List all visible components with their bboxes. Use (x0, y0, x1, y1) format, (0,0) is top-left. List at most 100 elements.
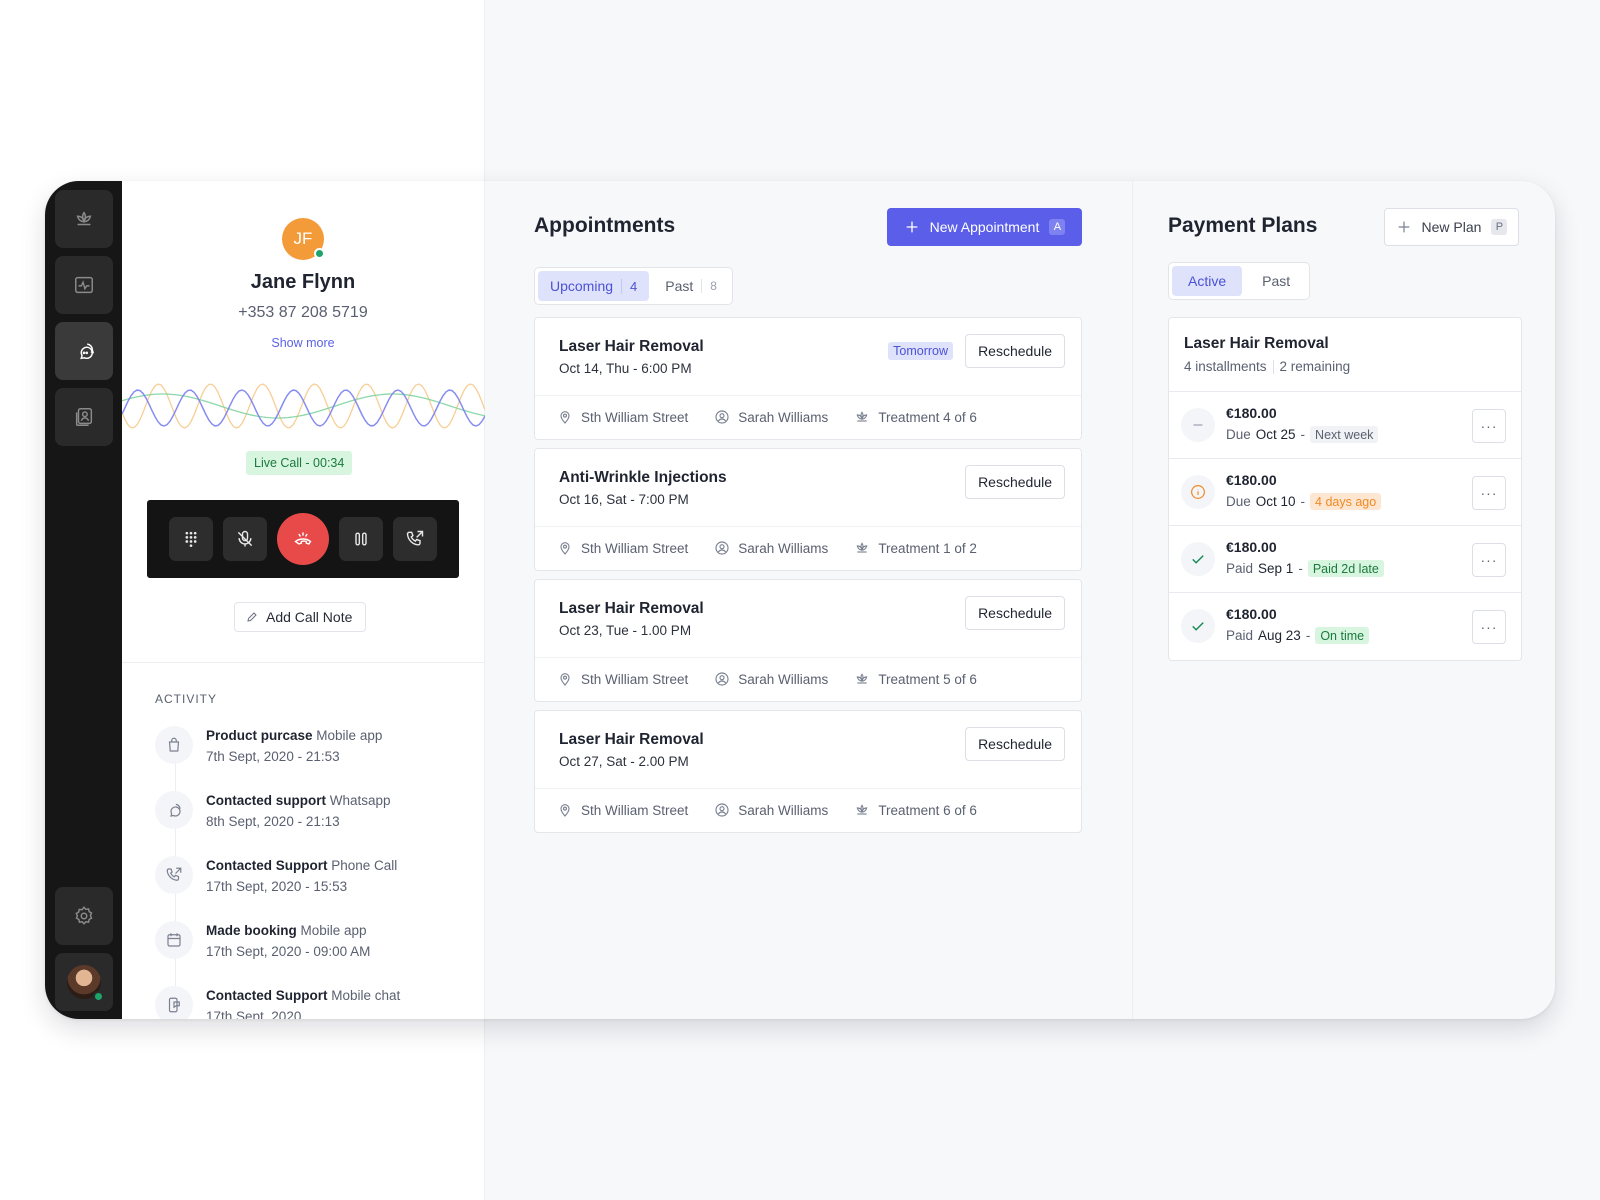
check-icon (1192, 555, 1204, 564)
appointment-card[interactable]: Laser Hair Removal Oct 23, Tue - 1.00 PM R… (534, 579, 1082, 702)
shortcut-key: P (1491, 219, 1508, 235)
tab-past[interactable]: Past 8 (653, 271, 729, 301)
appointments-title: Appointments (534, 214, 676, 237)
activity-item[interactable]: Made booking Mobile app 17th Sept, 2020 … (155, 921, 484, 986)
more-options-button[interactable]: ··· (1472, 543, 1506, 577)
appointment-staff: Sarah Williams (714, 671, 828, 687)
sidebar (45, 181, 122, 1019)
appointment-card[interactable]: Laser Hair Removal Oct 14, Thu - 6:00 PM T… (534, 317, 1082, 440)
user-circle-icon (715, 803, 729, 817)
appointment-card[interactable]: Anti-Wrinkle Injections Oct 16, Sat - 7:0… (534, 448, 1082, 571)
lotus-icon (856, 542, 868, 553)
pencil-icon (247, 612, 257, 622)
appointment-treatment: Treatment 4 of 6 (854, 409, 977, 425)
new-appointment-button[interactable]: New Appointment A (887, 208, 1082, 246)
location-text: Sth William Street (581, 671, 689, 687)
reschedule-button[interactable]: Reschedule (965, 596, 1065, 630)
appointment-title: Laser Hair Removal (559, 600, 704, 617)
tab-past[interactable]: Past (1246, 266, 1306, 296)
phone-forward-icon (406, 530, 424, 546)
sidebar-item-treatments[interactable] (54, 190, 113, 248)
treatment-text: Treatment 4 of 6 (878, 409, 977, 425)
tab-active[interactable]: Active (1172, 266, 1243, 296)
voice-waveform (122, 383, 485, 429)
more-options-button[interactable]: ··· (1472, 409, 1506, 443)
user-avatar[interactable] (54, 953, 113, 1011)
activity-source: Mobile app (316, 728, 383, 743)
sidebar-item-analytics[interactable] (54, 256, 113, 314)
appointment-staff: Sarah Williams (714, 409, 828, 425)
gear-icon (74, 906, 92, 925)
more-options-button[interactable]: ··· (1472, 610, 1506, 644)
online-status-dot (92, 991, 104, 1002)
minus-icon (1193, 424, 1203, 426)
installment-prefix: Paid (1226, 561, 1254, 576)
hang-up-button[interactable] (277, 513, 329, 565)
activity-time: 17th Sept, 2020 (206, 1009, 302, 1019)
new-plan-label: New Plan (1421, 219, 1482, 235)
activity-action: Contacted Support (206, 988, 328, 1003)
transfer-call-button[interactable] (393, 517, 437, 561)
installment-badge: 4 days ago (1310, 493, 1382, 510)
appointment-datetime: Oct 23, Tue - 1.00 PM (559, 623, 692, 638)
installment-row: €180.00 Paid Sep 1- Paid 2d late ··· (1169, 526, 1521, 593)
installment-amount: €180.00 (1226, 472, 1277, 488)
location-pin-icon (560, 673, 570, 686)
staff-text: Sarah Williams (738, 409, 829, 425)
tab-upcoming[interactable]: Upcoming 4 (538, 271, 650, 301)
activity-item[interactable]: Contacted support Whatsapp 8th Sept, 202… (155, 791, 484, 856)
divider (535, 657, 1081, 658)
tab-count: 8 (701, 279, 717, 293)
ellipsis-icon: ··· (1480, 552, 1498, 568)
activity-item[interactable]: Product purcase Mobile app 7th Sept, 202… (155, 726, 484, 791)
staff-text: Sarah Williams (738, 540, 829, 556)
activity-item[interactable]: Contacted Support Mobile chat 17th Sept,… (155, 986, 484, 1019)
reschedule-button[interactable]: Reschedule (965, 334, 1065, 368)
new-plan-button[interactable]: New Plan P (1384, 208, 1519, 246)
more-options-button[interactable]: ··· (1472, 476, 1506, 510)
add-call-note-button[interactable]: Add Call Note (234, 602, 367, 632)
app-window: JF Jane Flynn +353 87 208 5719 Show more… (45, 181, 1555, 1019)
user-circle-icon (715, 541, 729, 555)
phone-icon (166, 867, 182, 881)
ellipsis-icon: ··· (1480, 485, 1498, 501)
appointment-location: Sth William Street (557, 671, 688, 687)
appointment-card[interactable]: Laser Hair Removal Oct 27, Sat - 2.00 PM R… (534, 710, 1082, 833)
activity-action: Contacted support (206, 793, 326, 808)
plus-icon (906, 221, 917, 233)
divider (1272, 359, 1274, 374)
sidebar-item-settings[interactable] (54, 887, 113, 945)
appointment-tag: Tomorrow (888, 342, 953, 360)
sidebar-item-messages[interactable] (54, 322, 113, 380)
ellipsis-icon: ··· (1480, 619, 1498, 635)
contact-panel: JF Jane Flynn +353 87 208 5719 Show more… (122, 181, 485, 1019)
installment-status (1181, 408, 1215, 442)
activity-action: Product purcase (206, 728, 313, 743)
reschedule-button[interactable]: Reschedule (965, 465, 1065, 499)
appointment-treatment: Treatment 6 of 6 (854, 802, 977, 818)
tab-label: Past (665, 278, 694, 294)
installment-badge: Next week (1310, 426, 1379, 443)
staff-text: Sarah Williams (738, 802, 829, 818)
installment-date: Aug 23 (1258, 628, 1301, 643)
activity-source: Mobile app (300, 923, 367, 938)
hold-button[interactable] (339, 517, 383, 561)
appointment-location: Sth William Street (557, 409, 688, 425)
mute-button[interactable] (223, 517, 267, 561)
plan-remaining: 2 remaining (1279, 359, 1351, 374)
installment-prefix: Due (1226, 494, 1251, 509)
activity-item[interactable]: Contacted Support Phone Call 17th Sept, … (155, 856, 484, 921)
show-more-link[interactable]: Show more (122, 336, 484, 350)
dialpad-button[interactable] (169, 517, 213, 561)
payment-plans-title: Payment Plans (1168, 214, 1318, 237)
installment-badge: Paid 2d late (1307, 560, 1384, 577)
sidebar-item-contacts[interactable] (54, 388, 113, 446)
location-pin-icon (560, 411, 570, 424)
ellipsis-icon: ··· (1480, 418, 1498, 434)
payment-plan-card: Laser Hair Removal 4 installments 2 rema… (1168, 317, 1522, 661)
appointments-panel: Appointments New Appointment A Upcoming … (485, 181, 1133, 1019)
reschedule-button[interactable]: Reschedule (965, 727, 1065, 761)
plan-installments: 4 installments (1184, 359, 1267, 374)
contact-name: Jane Flynn (250, 271, 356, 293)
activity-time: 7th Sept, 2020 - 21:53 (206, 749, 340, 764)
